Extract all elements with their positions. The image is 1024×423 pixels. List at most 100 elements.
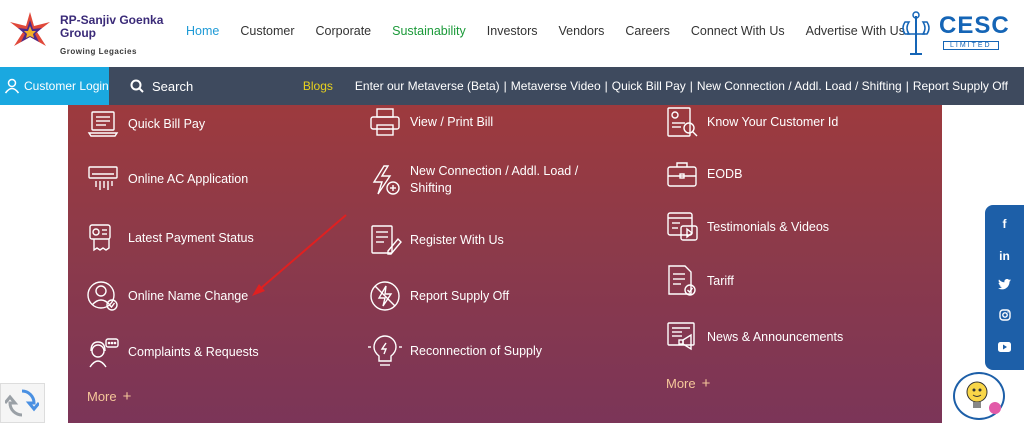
nav-home[interactable]: Home xyxy=(186,24,219,38)
menu-online-name-change[interactable]: Online Name Change xyxy=(86,279,248,313)
report-supply-off-link[interactable]: Report Supply Off xyxy=(913,79,1008,93)
twitter-glyph xyxy=(998,278,1011,290)
menu-item-label: Tariff xyxy=(707,273,734,288)
nav-vendors[interactable]: Vendors xyxy=(559,24,605,38)
customer-login-label: Customer Login xyxy=(24,79,109,93)
bulb-bolt-icon xyxy=(368,335,402,366)
menu-know-your-customer-id[interactable]: Know Your Customer Id xyxy=(665,105,838,139)
menu-register-with-us[interactable]: Register With Us xyxy=(368,223,504,257)
nav-sustainability[interactable]: Sustainability xyxy=(392,24,466,38)
menu-item-label: EODB xyxy=(707,166,743,181)
more-link-col3[interactable]: More + xyxy=(666,375,710,392)
menu-complaints-requests[interactable]: Complaints & Requests xyxy=(86,335,259,369)
blogs-link[interactable]: Blogs xyxy=(303,79,333,93)
menu-view-print-bill[interactable]: View / Print Bill xyxy=(368,105,493,139)
menu-item-label: View / Print Bill xyxy=(410,114,494,129)
menu-item-label: Reconnection of Supply xyxy=(410,343,543,358)
rpsg-star-icon xyxy=(10,12,50,46)
main-navigation: Home Customer Corporate Sustainability I… xyxy=(186,24,926,38)
menu-news-announcements[interactable]: News & Announcements xyxy=(665,320,843,354)
recaptcha-badge[interactable] xyxy=(0,383,45,423)
rpsg-logo[interactable]: RP-Sanjiv Goenka Group Growing Legacies xyxy=(6,10,166,60)
menu-online-ac-application[interactable]: Online AC Application xyxy=(86,162,248,196)
menu-item-label: Online Name Change xyxy=(128,288,249,303)
more-label: More xyxy=(666,376,696,391)
cesc-name: CESC xyxy=(939,12,1010,39)
menu-item-label: News & Announcements xyxy=(707,329,844,344)
quick-bill-pay-link[interactable]: Quick Bill Pay xyxy=(612,79,686,93)
twitter-icon[interactable] xyxy=(985,278,1024,293)
menu-item-label: Know Your Customer Id xyxy=(707,114,839,129)
receipt-status-icon xyxy=(89,224,111,252)
facebook-icon[interactable]: f xyxy=(985,217,1024,231)
menu-quick-bill-pay[interactable]: Quick Bill Pay xyxy=(86,107,205,141)
menu-item-label: Latest Payment Status xyxy=(128,230,254,245)
printer-icon xyxy=(370,108,400,136)
user-icon xyxy=(4,78,20,94)
search-icon xyxy=(130,79,144,93)
chatbot-button[interactable] xyxy=(953,372,1005,420)
bulb-bot-icon xyxy=(966,381,1001,414)
youtube-glyph xyxy=(998,342,1011,352)
instagram-icon[interactable] xyxy=(985,309,1024,324)
brand-name: RP-Sanjiv Goenka Group xyxy=(60,13,164,40)
linkedin-icon[interactable]: in xyxy=(985,249,1024,263)
video-play-icon xyxy=(667,212,698,241)
social-bar: f in xyxy=(985,205,1024,370)
laptop-bill-icon xyxy=(87,111,119,137)
facebook-glyph: f xyxy=(1002,217,1007,231)
nav-customer[interactable]: Customer xyxy=(240,24,294,38)
search-button[interactable]: Search xyxy=(130,67,193,105)
lamp-post-icon xyxy=(902,11,930,55)
menu-new-connection[interactable]: New Connection / Addl. Load / Shifting xyxy=(368,163,598,197)
power-off-icon xyxy=(370,281,400,311)
metaverse-link[interactable]: Enter our Metaverse (Beta) xyxy=(355,79,500,93)
briefcase-icon xyxy=(667,162,697,187)
nav-investors[interactable]: Investors xyxy=(487,24,538,38)
support-agent-icon xyxy=(89,338,119,368)
link-divider: | xyxy=(503,79,507,93)
instagram-glyph xyxy=(998,309,1011,321)
youtube-icon[interactable] xyxy=(985,341,1024,355)
customer-login-button[interactable]: Customer Login xyxy=(0,67,109,105)
more-label: More xyxy=(87,389,117,404)
menu-eodb[interactable]: EODB xyxy=(665,157,742,191)
link-divider: | xyxy=(604,79,608,93)
recaptcha-icon xyxy=(5,389,39,417)
menu-latest-payment-status[interactable]: Latest Payment Status xyxy=(86,221,254,255)
linkedin-glyph: in xyxy=(999,249,1010,263)
bolt-add-icon xyxy=(372,165,400,195)
menu-item-label: Online AC Application xyxy=(128,171,249,186)
cesc-limited: LIMITED xyxy=(943,41,999,50)
new-connection-link[interactable]: New Connection / Addl. Load / Shifting xyxy=(697,79,902,93)
menu-item-label: New Connection / Addl. Load / Shifting xyxy=(410,164,579,195)
menu-item-label: Quick Bill Pay xyxy=(128,116,206,131)
register-form-icon xyxy=(371,225,402,255)
document-check-icon xyxy=(668,265,696,296)
user-check-icon xyxy=(87,281,118,311)
metaverse-video-link[interactable]: Metaverse Video xyxy=(511,79,601,93)
plus-icon: + xyxy=(122,388,132,405)
link-divider: | xyxy=(905,79,909,93)
nav-advertise-with-us[interactable]: Advertise With Us xyxy=(806,24,905,38)
menu-item-label: Complaints & Requests xyxy=(128,344,259,359)
menu-reconnection-of-supply[interactable]: Reconnection of Supply xyxy=(368,334,542,368)
menu-tariff[interactable]: Tariff xyxy=(665,264,734,298)
brand-tagline: Growing Legacies xyxy=(60,47,137,56)
menu-item-label: Register With Us xyxy=(410,232,504,247)
more-link-col1[interactable]: More + xyxy=(87,388,131,405)
nav-connect-with-us[interactable]: Connect With Us xyxy=(691,24,785,38)
megaphone-news-icon xyxy=(667,322,695,351)
menu-report-supply-off[interactable]: Report Supply Off xyxy=(368,279,509,313)
search-label: Search xyxy=(152,78,194,94)
site-header: RP-Sanjiv Goenka Group Growing Legacies … xyxy=(0,0,1024,67)
menu-item-label: Report Supply Off xyxy=(410,288,510,303)
menu-item-label: Testimonials & Videos xyxy=(707,219,830,234)
nav-careers[interactable]: Careers xyxy=(625,24,669,38)
cesc-logo[interactable]: CESC LIMITED xyxy=(899,10,1019,58)
menu-testimonials-videos[interactable]: Testimonials & Videos xyxy=(665,210,829,244)
link-divider: | xyxy=(689,79,693,93)
quick-links: Blogs Enter our Metaverse (Beta) | Metav… xyxy=(303,67,1008,105)
customer-mega-menu: Quick Bill Pay Online AC Application Lat… xyxy=(68,105,942,423)
nav-corporate[interactable]: Corporate xyxy=(316,24,372,38)
